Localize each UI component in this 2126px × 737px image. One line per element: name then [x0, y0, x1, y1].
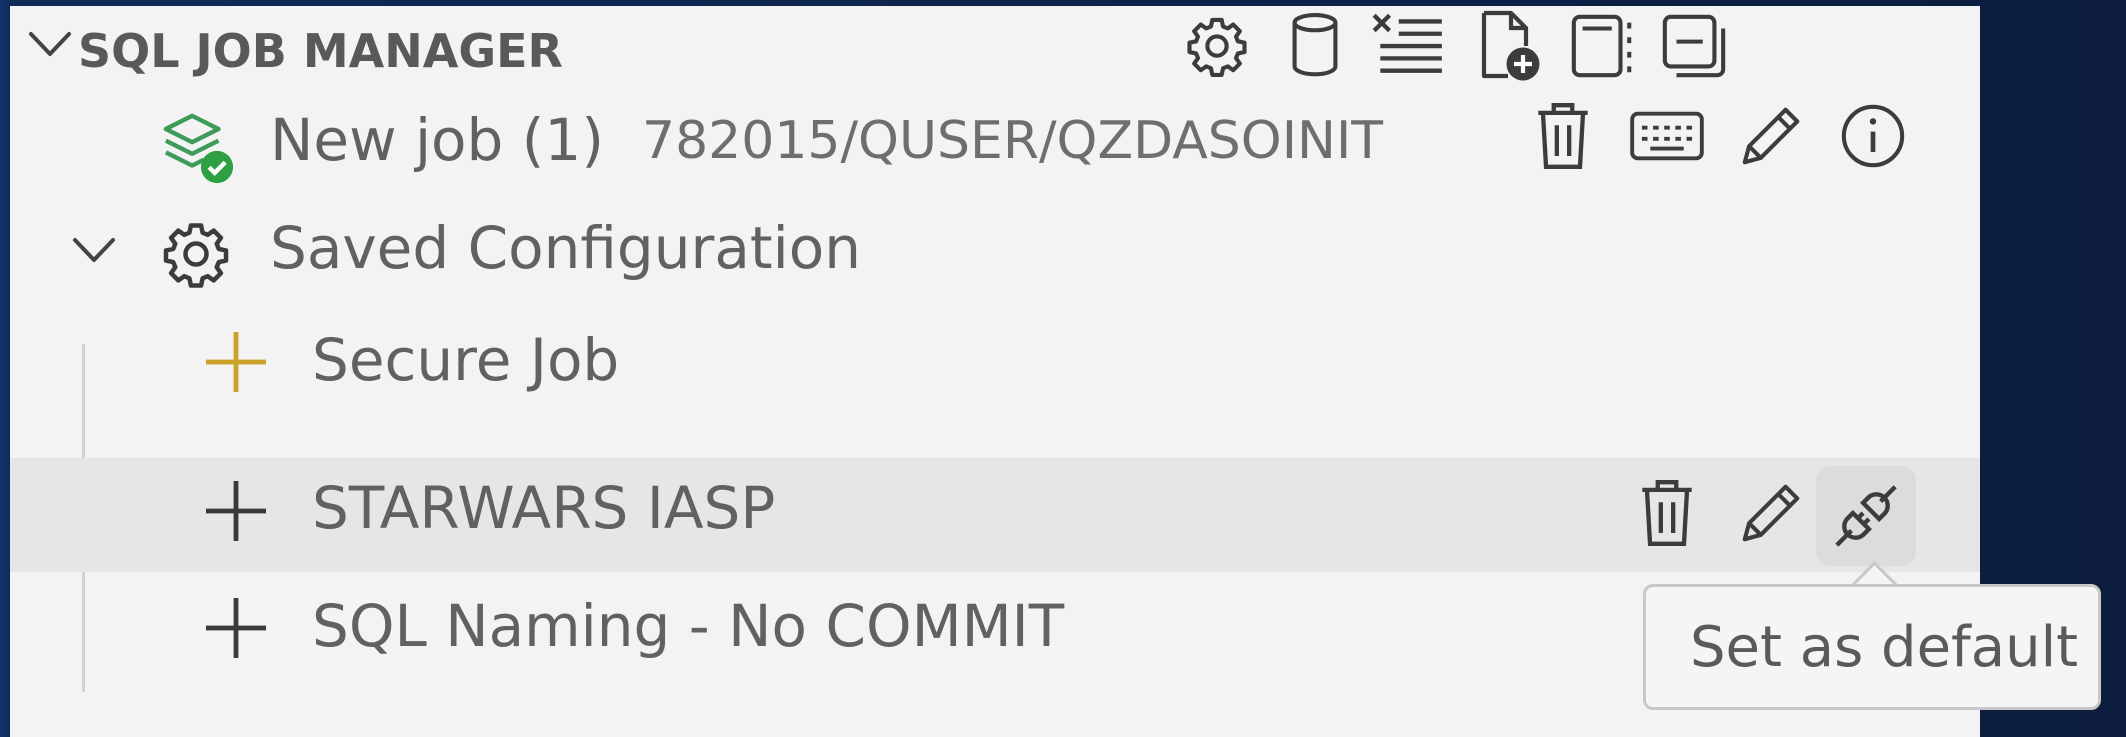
- section-title: SQL JOB MANAGER: [78, 24, 563, 78]
- gear-icon[interactable]: [1174, 3, 1260, 89]
- plus-icon: [200, 475, 272, 547]
- gear-icon: [160, 218, 232, 290]
- window-frame: SQL JOB MANAGER New job (1) 782015/QUSER…: [0, 0, 2126, 737]
- saved-configuration-item[interactable]: Saved Configuration: [10, 198, 1980, 306]
- plus-icon: [200, 592, 272, 664]
- pencil-icon[interactable]: [1728, 93, 1814, 179]
- plus-icon: [200, 326, 272, 398]
- database-icon[interactable]: [1272, 3, 1358, 89]
- new-file-icon[interactable]: [1465, 3, 1551, 89]
- pencil-icon[interactable]: [1728, 470, 1814, 556]
- config-item-secure-job[interactable]: Secure Job: [10, 306, 1980, 416]
- config-item-starwars-iasp[interactable]: STARWARS IASP: [10, 458, 1980, 572]
- tooltip-text: Set as default: [1690, 615, 2079, 680]
- config-item-label: STARWARS IASP: [312, 474, 776, 542]
- trash-icon[interactable]: [1520, 93, 1606, 179]
- job-label: New job (1): [270, 106, 604, 174]
- config-item-label: Secure Job: [312, 326, 620, 394]
- tooltip: Set as default: [1643, 584, 2101, 710]
- config-item-label: SQL Naming - No COMMIT: [312, 592, 1065, 660]
- info-icon[interactable]: [1830, 93, 1916, 179]
- layers-check-icon: [160, 110, 236, 186]
- collapse-all-icon[interactable]: [1651, 3, 1737, 89]
- keyboard-icon[interactable]: [1624, 93, 1710, 179]
- clear-all-icon[interactable]: [1365, 0, 1451, 86]
- chevron-down-icon[interactable]: [72, 236, 116, 266]
- plug-icon[interactable]: [1816, 466, 1916, 566]
- job-description: 782015/QUSER/QZDASOINIT: [642, 111, 1384, 171]
- notebook-icon[interactable]: [1560, 3, 1646, 89]
- chevron-down-icon[interactable]: [28, 30, 72, 60]
- job-item[interactable]: New job (1) 782015/QUSER/QZDASOINIT: [10, 86, 1980, 198]
- saved-configuration-label: Saved Configuration: [270, 214, 861, 282]
- trash-icon[interactable]: [1624, 470, 1710, 556]
- section-header[interactable]: SQL JOB MANAGER: [10, 6, 1980, 86]
